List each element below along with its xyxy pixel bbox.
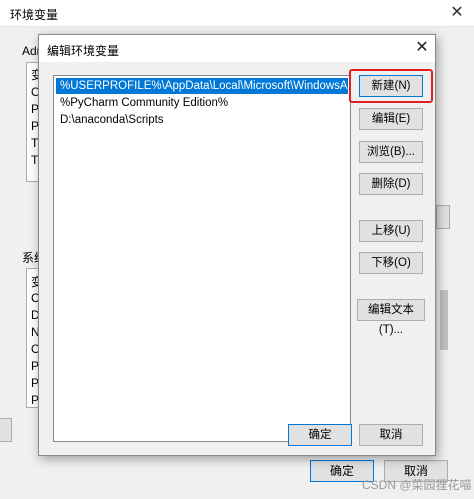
bg-scrollbar[interactable] [436, 268, 450, 408]
bg-scrollbar-thumb[interactable] [440, 290, 448, 350]
bg-user-button-edge[interactable] [436, 205, 450, 229]
bg-titlebar: 环境变量 ✕ [0, 0, 474, 27]
dialog-close-icon[interactable]: ✕ [411, 37, 433, 59]
dialog-ok-button[interactable]: 确定 [288, 424, 352, 446]
move-down-button[interactable]: 下移(O) [359, 252, 423, 274]
delete-button[interactable]: 删除(D) [359, 173, 423, 195]
dialog-cancel-button[interactable]: 取消 [359, 424, 423, 446]
dialog-title: 编辑环境变量 [47, 44, 120, 58]
edit-text-button[interactable]: 编辑文本(T)... [357, 299, 425, 336]
edit-button[interactable]: 编辑(E) [359, 108, 423, 130]
dialog-titlebar: 编辑环境变量 ✕ [39, 35, 435, 62]
path-entries-list[interactable]: %USERPROFILE%\AppData\Local\Microsoft\Wi… [53, 75, 351, 442]
highlight-annotation-box [349, 69, 433, 103]
path-entry[interactable]: %USERPROFILE%\AppData\Local\Microsoft\Wi… [56, 78, 348, 94]
bg-window-title: 环境变量 [10, 8, 59, 22]
bg-left-button-edge[interactable] [0, 418, 12, 442]
move-up-button[interactable]: 上移(U) [359, 220, 423, 242]
path-entry[interactable]: %PyCharm Community Edition% [56, 95, 348, 111]
csdn-watermark: CSDN @菜园狸花喵 [362, 478, 472, 492]
edit-environment-variable-dialog: 编辑环境变量 ✕ %USERPROFILE%\AppData\Local\Mic… [38, 34, 436, 456]
bg-close-icon[interactable]: ✕ [446, 3, 468, 23]
path-entry[interactable]: D:\anaconda\Scripts [56, 112, 348, 128]
browse-button[interactable]: 浏览(B)... [359, 141, 423, 163]
